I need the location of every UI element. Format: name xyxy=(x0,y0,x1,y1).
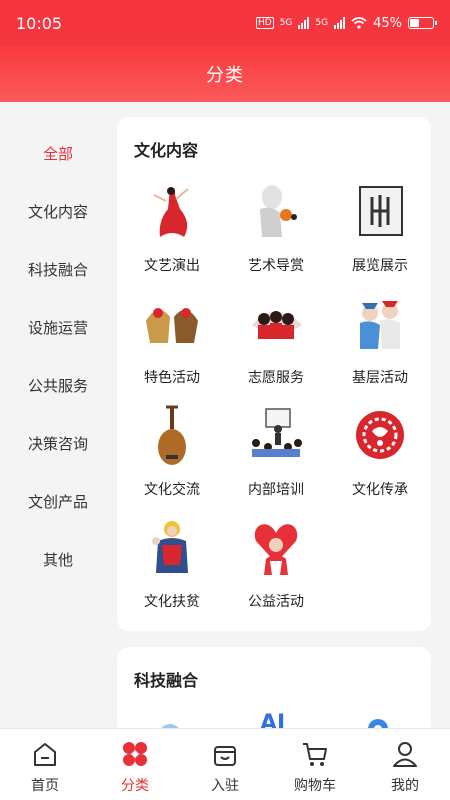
category-item-performance[interactable]: 文艺演出 xyxy=(120,179,224,291)
lion-dance-icon xyxy=(140,291,204,355)
charity-heart-icon xyxy=(244,515,308,579)
tab-home[interactable]: 首页 xyxy=(0,729,90,800)
category-label: 基层活动 xyxy=(352,370,408,386)
sidebar-item-facility-ops[interactable]: 设施运营 xyxy=(0,298,116,356)
category-item-grassroots[interactable]: 基层活动 xyxy=(328,291,432,403)
category-label: 展览展示 xyxy=(352,258,408,274)
home-icon xyxy=(34,743,56,766)
category-label: 特色活动 xyxy=(144,370,200,386)
section-title: 文化内容 xyxy=(134,141,199,160)
tab-category[interactable]: 分类 xyxy=(90,729,180,800)
exhibit-icon xyxy=(348,179,412,243)
page-title: 分类 xyxy=(206,65,244,86)
category-item-charity[interactable]: 公益活动 xyxy=(224,515,328,627)
category-sidebar: 全部 文化内容 科技融合 设施运营 公共服务 决策咨询 文创产品 其他 xyxy=(0,102,116,728)
category-label: 内部培训 xyxy=(248,482,304,498)
dancer-icon xyxy=(140,179,204,243)
battery-percent: 45% xyxy=(373,15,402,31)
category-label: 文化扶贫 xyxy=(144,594,200,610)
wifi-icon xyxy=(351,17,367,29)
net-5g-label-a: 5G xyxy=(279,18,293,28)
category-label: 文化交流 xyxy=(144,482,200,498)
category-item-exhibition[interactable]: 展览展示 xyxy=(328,179,432,291)
category-item-art-guide[interactable]: 艺术导赏 xyxy=(224,179,328,291)
tab-label: 购物车 xyxy=(294,778,336,794)
category-label: 公益活动 xyxy=(248,594,304,610)
tab-cart[interactable]: 购物车 xyxy=(270,729,360,800)
opera-icon xyxy=(348,291,412,355)
category-grid: 文艺演出 艺术导赏 展览展示 特色活动 志愿服务 基层活动 文化交流 内部培训 … xyxy=(117,179,431,627)
profile-icon xyxy=(393,742,417,767)
hd-badge: HD xyxy=(255,17,274,29)
sidebar-item-all[interactable]: 全部 xyxy=(0,124,116,182)
category-label: 文艺演出 xyxy=(144,258,200,274)
category-item-exchange[interactable]: 文化交流 xyxy=(120,403,224,515)
category-item-training[interactable]: 内部培训 xyxy=(224,403,328,515)
sidebar-item-culture-content[interactable]: 文化内容 xyxy=(0,182,116,240)
category-icon xyxy=(123,742,147,766)
training-icon xyxy=(244,403,308,467)
tab-label: 分类 xyxy=(121,778,149,794)
net-5g-label-b: 5G xyxy=(315,18,329,28)
category-label: 志愿服务 xyxy=(248,370,304,386)
section-card-tech-integration: 科技融合 AI xyxy=(117,647,431,737)
tab-profile[interactable]: 我的 xyxy=(360,729,450,800)
bottom-tab-bar: 首页 分类 入驻 购物车 我的 xyxy=(0,728,450,800)
folk-figures-icon xyxy=(140,515,204,579)
sidebar-item-consulting[interactable]: 决策咨询 xyxy=(0,414,116,472)
category-item-poverty-relief[interactable]: 文化扶贫 xyxy=(120,515,224,627)
volunteers-icon xyxy=(244,291,308,355)
tab-label: 首页 xyxy=(31,778,59,794)
papercut-icon xyxy=(348,403,412,467)
tab-label: 入驻 xyxy=(211,778,239,794)
status-bar: 10:05 HD 5G 5G 45% xyxy=(0,0,450,46)
store-icon xyxy=(214,746,236,766)
category-label: 文化传承 xyxy=(352,482,408,498)
tab-join[interactable]: 入驻 xyxy=(180,729,270,800)
signal-icon xyxy=(334,17,346,29)
status-time: 10:05 xyxy=(16,13,63,33)
nav-bar: 分类 xyxy=(0,46,450,102)
sidebar-item-other[interactable]: 其他 xyxy=(0,530,116,588)
tab-label: 我的 xyxy=(391,778,419,794)
battery-icon xyxy=(408,17,437,29)
category-item-special-events[interactable]: 特色活动 xyxy=(120,291,224,403)
signal-icon xyxy=(298,17,310,29)
category-item-heritage[interactable]: 文化传承 xyxy=(328,403,432,515)
pipa-icon xyxy=(140,403,204,467)
section-card-culture-content: 文化内容 文艺演出 艺术导赏 展览展示 特色活动 志愿服务 基层活动 文化交流 … xyxy=(117,117,431,631)
category-item-volunteer[interactable]: 志愿服务 xyxy=(224,291,328,403)
statue-icon xyxy=(244,179,308,243)
cart-icon xyxy=(303,743,327,766)
sidebar-item-creative-products[interactable]: 文创产品 xyxy=(0,472,116,530)
status-icons: HD 5G 5G 45% xyxy=(255,15,437,31)
sidebar-item-public-service[interactable]: 公共服务 xyxy=(0,356,116,414)
sidebar-item-tech-integration[interactable]: 科技融合 xyxy=(0,240,116,298)
section-title: 科技融合 xyxy=(134,671,199,690)
category-label: 艺术导赏 xyxy=(248,258,304,274)
